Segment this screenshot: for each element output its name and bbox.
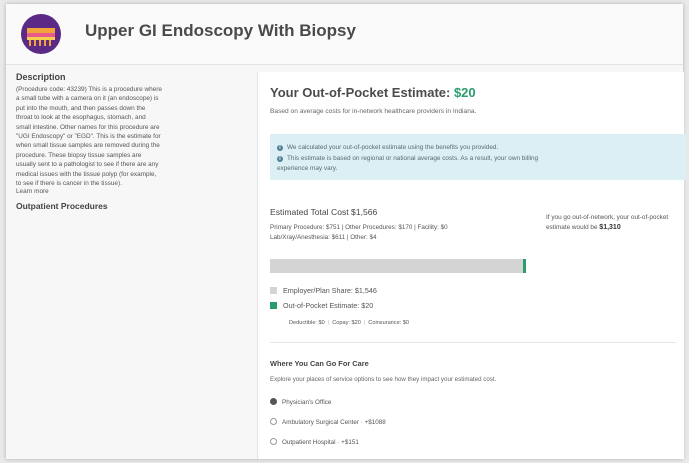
- info-line: i This estimate is based on regional or n…: [277, 154, 538, 163]
- estimate-panel: Your Out-of-Pocket Estimate: $20 Based o…: [257, 72, 686, 459]
- info-line: i We calculated your out-of-pocket estima…: [277, 143, 498, 152]
- page: Upper GI Endoscopy With Biopsy Descripti…: [6, 4, 686, 459]
- total-cost: Estimated Total Cost $1,566: [270, 207, 378, 217]
- cost-sharing-details: Deductible: $0 | Copay: $20 | Coinsurance: $…: [289, 320, 410, 326]
- endoscopy-icon: [21, 14, 61, 54]
- cost-share-bar: [270, 259, 526, 273]
- info-box: i We calculated your out-of-pocket estima…: [270, 134, 686, 180]
- out-of-network-note: If you go out-of-network, your out-of-po…: [546, 214, 669, 231]
- option-physicians-office[interactable]: Physician's Office: [270, 398, 331, 406]
- estimate-amount: $20: [453, 85, 476, 100]
- learn-more-link[interactable]: Learn more: [16, 188, 252, 195]
- info-icon: i: [277, 145, 283, 151]
- out-of-pocket-segment: [522, 259, 526, 273]
- legend-employer: Employer/Plan Share: $1,546: [270, 286, 377, 295]
- info-line-continued: experience may vary.: [277, 165, 338, 172]
- out-of-network-amount: $1,310: [599, 223, 621, 231]
- radio-button[interactable]: [270, 438, 277, 445]
- where-title: Where You Can Go For Care: [270, 359, 369, 368]
- legend-out-of-pocket: Out-of-Pocket Estimate: $20: [270, 301, 373, 310]
- cost-breakdown: Primary Procedure: $751 | Other Procedur…: [270, 224, 448, 241]
- legend-swatch: [270, 302, 277, 309]
- sidebar: Description (Procedure code: 43239) This…: [16, 72, 252, 211]
- legend-swatch: [270, 287, 277, 294]
- description-text: (Procedure code: 43239) This is a proced…: [16, 86, 162, 188]
- estimate-subtitle: Based on average costs for in-network he…: [270, 108, 477, 115]
- estimate-title: Your Out-of-Pocket Estimate: $20: [270, 85, 476, 100]
- description-heading: Description: [16, 72, 66, 82]
- where-subtitle: Explore your places of service options t…: [270, 376, 497, 383]
- category-heading[interactable]: Outpatient Procedures: [16, 201, 252, 211]
- info-icon: i: [277, 156, 283, 162]
- page-title: Upper GI Endoscopy With Biopsy: [85, 21, 356, 40]
- radio-button[interactable]: [270, 398, 277, 405]
- radio-button[interactable]: [270, 418, 277, 425]
- header: Upper GI Endoscopy With Biopsy: [6, 4, 683, 65]
- divider: [270, 342, 676, 343]
- option-outpatient-hospital[interactable]: Outpatient Hospital · +$151: [270, 438, 359, 446]
- option-ambulatory-surgical-center[interactable]: Ambulatory Surgical Center · +$1088: [270, 418, 386, 426]
